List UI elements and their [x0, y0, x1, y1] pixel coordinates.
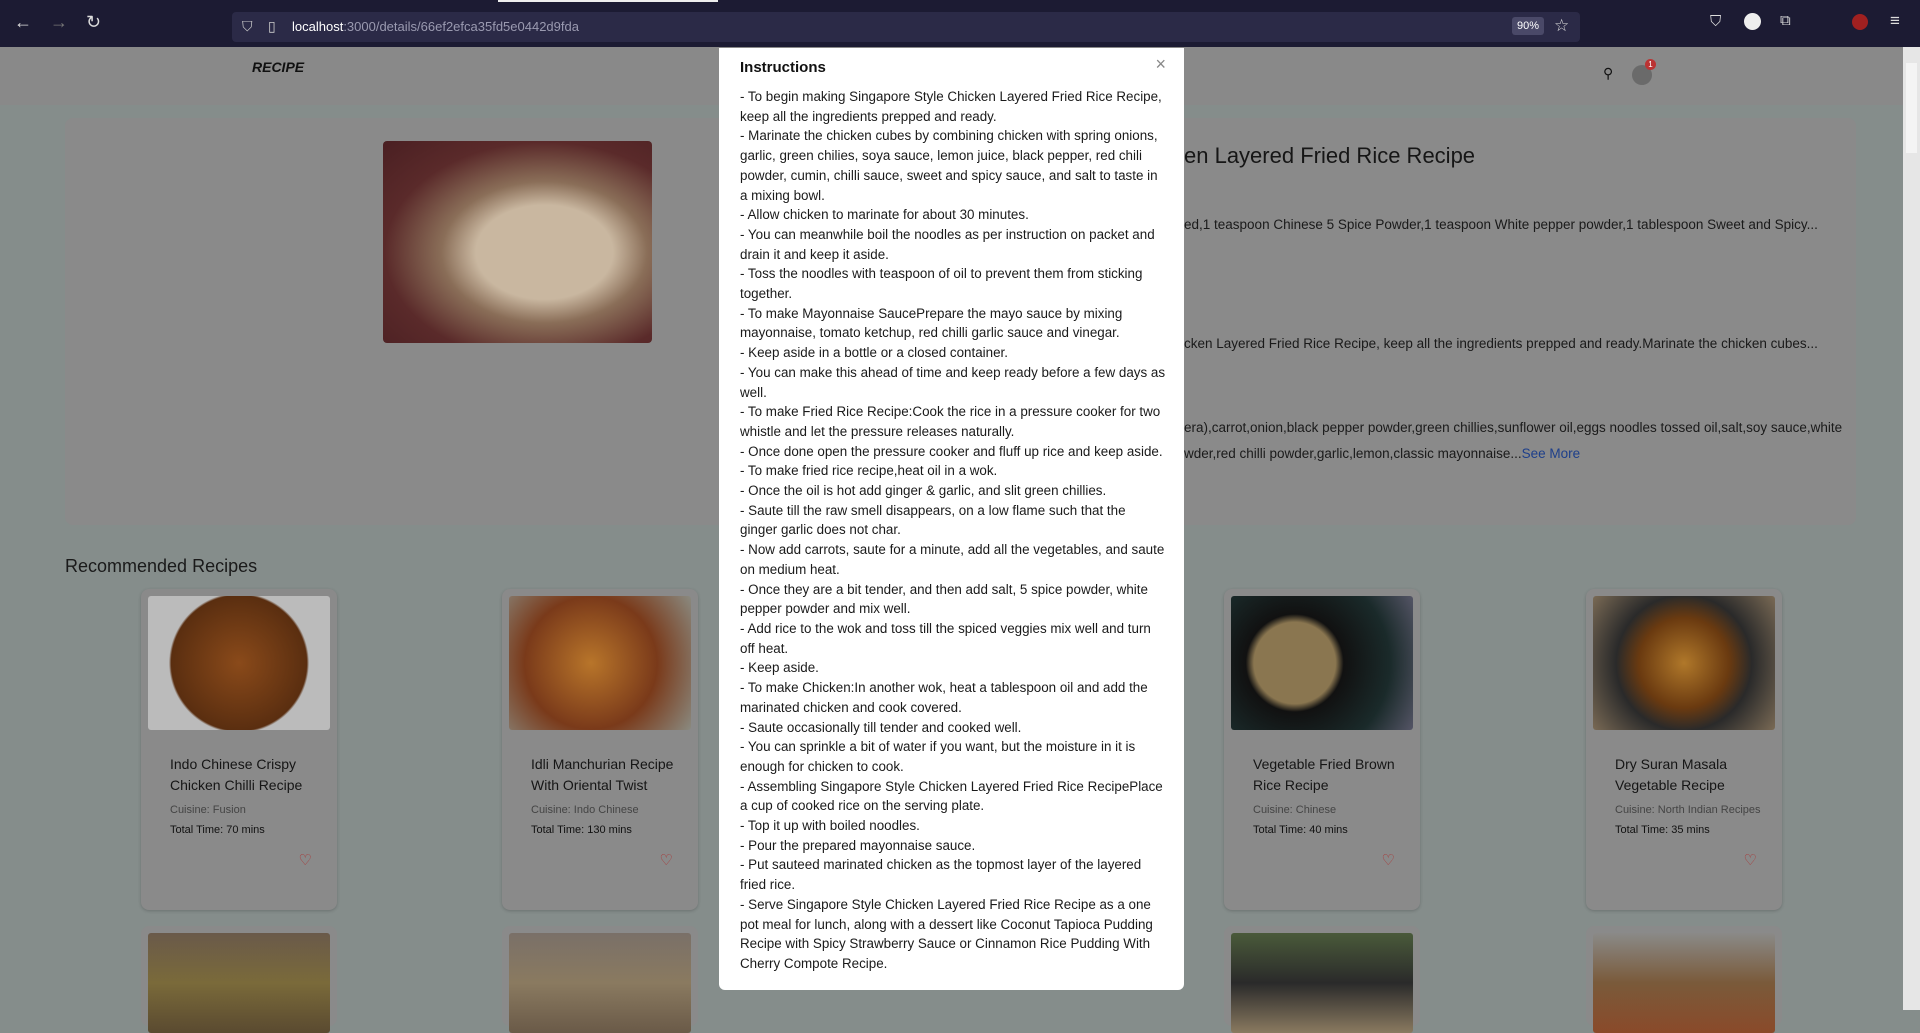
page-scrollbar[interactable]: [1903, 47, 1920, 1010]
recipe-card-image: [509, 933, 691, 1033]
recipe-card-time: Total Time: 35 mins: [1615, 824, 1710, 836]
recipe-image: [383, 141, 652, 343]
instructions-list: - To begin making Singapore Style Chicke…: [740, 87, 1166, 974]
back-icon[interactable]: ←: [14, 12, 32, 33]
instruction-step: - Once the oil is hot add ginger & garli…: [740, 483, 1107, 499]
instruction-step: - Allow chicken to marinate for about 30…: [740, 207, 1029, 223]
recipe-card-title: Idli Manchurian Recipe With Oriental Twi…: [531, 756, 674, 793]
logo[interactable]: RECIPE: [252, 59, 304, 75]
url-bar[interactable]: ⛉ ▯ localhost:3000/details/66ef2efca35fd…: [232, 12, 1580, 42]
browser-toolbar: ← → ↻ ⛉ ▯ localhost:3000/details/66ef2ef…: [0, 0, 1920, 47]
recipe-card[interactable]: Indo Chinese Crispy Chicken Chilli Recip…: [141, 589, 337, 910]
recipe-title: en Layered Fried Rice Recipe: [1184, 143, 1476, 168]
instruction-step: - You can sprinkle a bit of water if you…: [740, 739, 1136, 774]
instruction-step: - Now add carrots, saute for a minute, a…: [740, 542, 1165, 577]
recipe-card-cuisine: Cuisine: North Indian Recipes: [1615, 804, 1761, 816]
instruction-step: - Saute occasionally till tender and coo…: [740, 719, 1022, 735]
url-host: localhost: [292, 19, 344, 34]
other-ingredients-line1: era),carrot,onion,black pepper powder,gr…: [1184, 420, 1843, 435]
instruction-step: - You can make this ahead of time and ke…: [740, 364, 1166, 400]
ingredients-text: ed,1 teaspoon Chinese 5 Spice Powder,1 t…: [1184, 217, 1818, 232]
close-icon[interactable]: ×: [1155, 54, 1166, 75]
recipe-card-image: [1593, 933, 1775, 1033]
instruction-step: - To begin making Singapore Style Chicke…: [740, 89, 1162, 124]
instruction-step: - You can meanwhile boil the noodles as …: [740, 226, 1155, 262]
heart-icon[interactable]: ♡: [1615, 850, 1765, 871]
heart-icon[interactable]: ♡: [531, 850, 681, 871]
scrollbar-thumb[interactable]: [1906, 63, 1917, 153]
menu-icon[interactable]: ≡: [1890, 11, 1900, 31]
instructions-preview: cken Layered Fried Rice Recipe, keep all…: [1184, 336, 1818, 351]
recipe-card-image: [1231, 933, 1413, 1033]
instruction-step: - Once done open the pressure cooker and…: [740, 443, 1163, 459]
instruction-step: - To make Chicken:In another wok, heat a…: [740, 680, 1148, 715]
recipe-card-time: Total Time: 130 mins: [531, 824, 632, 836]
instruction-step: - Saute till the raw smell disappears, o…: [740, 502, 1126, 538]
instructions-modal: Instructions × - To begin making Singapo…: [719, 48, 1184, 990]
recipe-card[interactable]: [1586, 926, 1782, 1033]
recipe-card[interactable]: [502, 926, 698, 1033]
recipe-card[interactable]: [1224, 926, 1420, 1033]
instruction-step: - To make Fried Rice Recipe:Cook the ric…: [740, 404, 1161, 439]
recipe-card[interactable]: Idli Manchurian Recipe With Oriental Twi…: [502, 589, 698, 910]
ublock-icon[interactable]: [1852, 14, 1868, 30]
recipe-card-cuisine: Cuisine: Indo Chinese: [531, 804, 639, 816]
recipe-card-cuisine: Cuisine: Fusion: [170, 804, 246, 816]
url-path: :3000/details/66ef2efca35fd5e0442d9fda: [343, 19, 579, 34]
instruction-step: - Pour the prepared mayonnaise sauce.: [740, 837, 976, 853]
recipe-card-image: [1231, 596, 1413, 730]
url-text[interactable]: localhost:3000/details/66ef2efca35fd5e04…: [292, 19, 579, 34]
recipe-card[interactable]: [141, 926, 337, 1033]
recipe-card-image: [1593, 596, 1775, 730]
instruction-step: - Add rice to the wok and toss till the …: [740, 620, 1151, 656]
heart-icon[interactable]: ♡: [1253, 850, 1403, 871]
recipe-card-time: Total Time: 40 mins: [1253, 824, 1348, 836]
instruction-step: - Keep aside.: [740, 660, 819, 676]
recipe-card-image: [148, 933, 330, 1033]
bookmark-star-icon[interactable]: ☆: [1554, 16, 1569, 36]
recipe-card-title: Dry Suran Masala Vegetable Recipe: [1615, 756, 1728, 793]
instruction-step: - Put sauteed marinated chicken as the t…: [740, 857, 1142, 893]
instruction-step: - Serve Singapore Style Chicken Layered …: [740, 896, 1153, 971]
recipe-card-title: Vegetable Fried Brown Rice Recipe: [1253, 756, 1395, 793]
recipe-card-image: [148, 596, 330, 730]
forward-icon[interactable]: →: [50, 12, 68, 33]
recipe-card-image: [509, 596, 691, 730]
instruction-step: - Assembling Singapore Style Chicken Lay…: [740, 778, 1163, 814]
instruction-step: - Toss the noodles with teaspoon of oil …: [740, 266, 1143, 302]
see-more-link[interactable]: See More: [1522, 446, 1581, 461]
extension-icon[interactable]: [1744, 13, 1761, 30]
recipe-card[interactable]: Dry Suran Masala Vegetable Recipe Cuisine…: [1586, 589, 1782, 910]
page-icon: ▯: [268, 18, 276, 34]
recipe-card[interactable]: Vegetable Fried Brown Rice Recipe Cuisine…: [1224, 589, 1420, 910]
zoom-level[interactable]: 90%: [1512, 17, 1545, 35]
recipe-card-title: Indo Chinese Crispy Chicken Chilli Recip…: [170, 756, 303, 793]
active-tab-indicator: [498, 0, 718, 2]
instruction-step: - Top it up with boiled noodles.: [740, 818, 920, 834]
instruction-step: - Keep aside in a bottle or a closed con…: [740, 345, 1008, 361]
shield-icon: ⛉: [242, 18, 253, 34]
instruction-step: - To make Mayonnaise SaucePrepare the ma…: [740, 305, 1123, 341]
reload-icon[interactable]: ↻: [86, 12, 101, 33]
instruction-step: - Marinate the chicken cubes by combinin…: [740, 128, 1158, 203]
recommended-heading: Recommended Recipes: [65, 556, 258, 576]
recipe-card-time: Total Time: 70 mins: [170, 824, 265, 836]
extensions-icon[interactable]: ⧉: [1780, 12, 1791, 29]
pocket-icon[interactable]: ⛉: [1710, 13, 1721, 30]
cart-badge: 1: [1645, 59, 1656, 70]
user-icon[interactable]: ⚲: [1603, 65, 1613, 82]
modal-title: Instructions: [740, 59, 826, 76]
heart-icon[interactable]: ♡: [170, 850, 320, 871]
other-ingredients-line2: wder,red chilli powder,garlic,lemon,clas…: [1184, 446, 1522, 461]
recipe-card-cuisine: Cuisine: Chinese: [1253, 804, 1337, 816]
instruction-step: - Once they are a bit tender, and then a…: [740, 581, 1148, 617]
instruction-step: - To make fried rice recipe,heat oil in …: [740, 463, 998, 479]
